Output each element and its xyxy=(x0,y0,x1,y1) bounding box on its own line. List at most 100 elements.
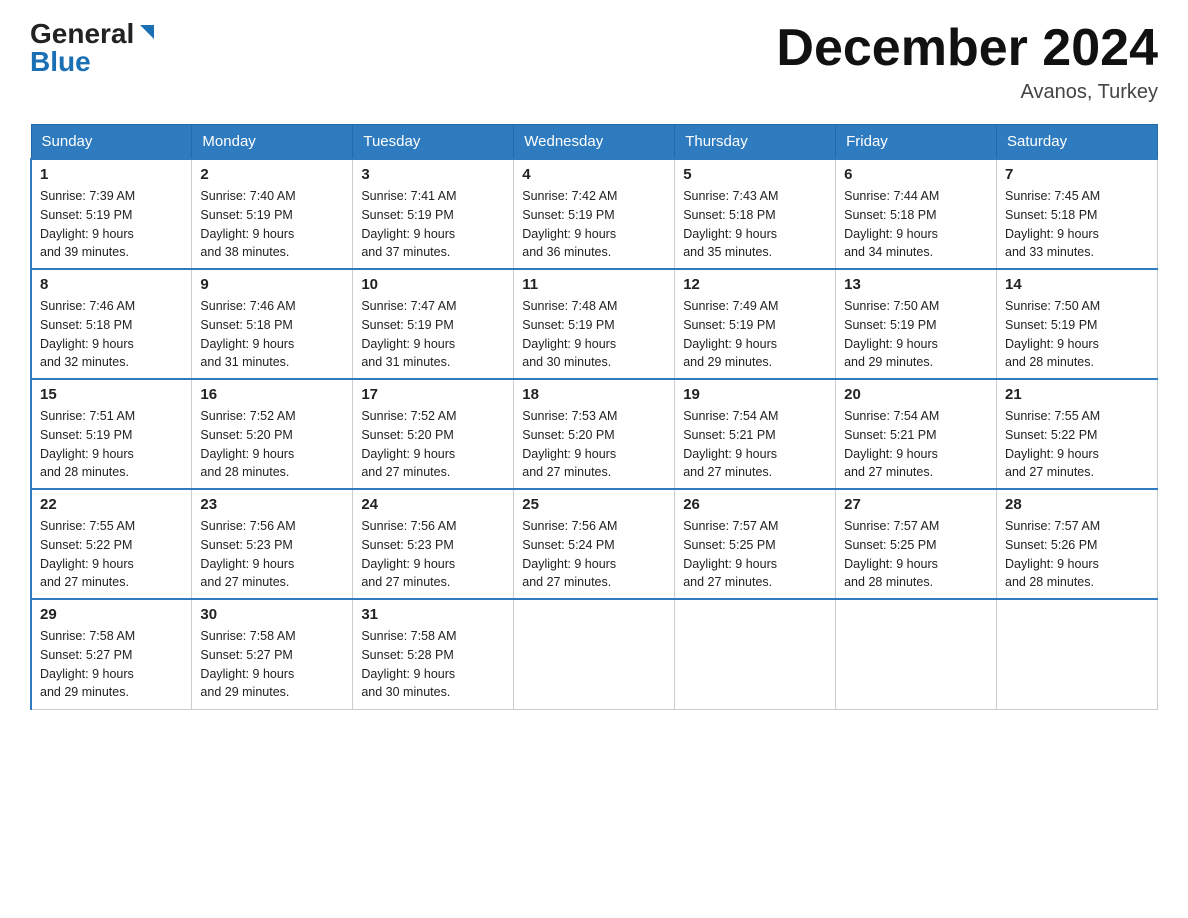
day-info: Sunrise: 7:56 AM Sunset: 5:23 PM Dayligh… xyxy=(200,517,344,592)
day-number: 8 xyxy=(40,276,183,293)
day-info: Sunrise: 7:58 AM Sunset: 5:27 PM Dayligh… xyxy=(40,627,183,702)
calendar-cell xyxy=(514,599,675,709)
day-info: Sunrise: 7:48 AM Sunset: 5:19 PM Dayligh… xyxy=(522,297,666,372)
day-info: Sunrise: 7:39 AM Sunset: 5:19 PM Dayligh… xyxy=(40,187,183,262)
logo-general-text: General xyxy=(30,20,134,48)
calendar-cell: 6 Sunrise: 7:44 AM Sunset: 5:18 PM Dayli… xyxy=(836,159,997,269)
calendar-cell: 31 Sunrise: 7:58 AM Sunset: 5:28 PM Dayl… xyxy=(353,599,514,709)
day-number: 13 xyxy=(844,276,988,293)
day-number: 15 xyxy=(40,386,183,403)
day-number: 17 xyxy=(361,386,505,403)
day-info: Sunrise: 7:57 AM Sunset: 5:25 PM Dayligh… xyxy=(844,517,988,592)
calendar-cell: 4 Sunrise: 7:42 AM Sunset: 5:19 PM Dayli… xyxy=(514,159,675,269)
header-day-wednesday: Wednesday xyxy=(514,125,675,160)
calendar-cell: 1 Sunrise: 7:39 AM Sunset: 5:19 PM Dayli… xyxy=(31,159,192,269)
day-info: Sunrise: 7:56 AM Sunset: 5:24 PM Dayligh… xyxy=(522,517,666,592)
day-info: Sunrise: 7:52 AM Sunset: 5:20 PM Dayligh… xyxy=(361,407,505,482)
day-info: Sunrise: 7:57 AM Sunset: 5:26 PM Dayligh… xyxy=(1005,517,1149,592)
day-info: Sunrise: 7:51 AM Sunset: 5:19 PM Dayligh… xyxy=(40,407,183,482)
day-info: Sunrise: 7:46 AM Sunset: 5:18 PM Dayligh… xyxy=(40,297,183,372)
day-number: 22 xyxy=(40,496,183,513)
calendar-cell: 21 Sunrise: 7:55 AM Sunset: 5:22 PM Dayl… xyxy=(997,379,1158,489)
day-info: Sunrise: 7:49 AM Sunset: 5:19 PM Dayligh… xyxy=(683,297,827,372)
calendar-cell: 24 Sunrise: 7:56 AM Sunset: 5:23 PM Dayl… xyxy=(353,489,514,599)
page-header: General Blue December 2024 Avanos, Turke… xyxy=(30,20,1158,104)
day-info: Sunrise: 7:53 AM Sunset: 5:20 PM Dayligh… xyxy=(522,407,666,482)
calendar-cell: 22 Sunrise: 7:55 AM Sunset: 5:22 PM Dayl… xyxy=(31,489,192,599)
logo-blue-text: Blue xyxy=(30,48,91,76)
header-day-saturday: Saturday xyxy=(997,125,1158,160)
calendar-cell: 2 Sunrise: 7:40 AM Sunset: 5:19 PM Dayli… xyxy=(192,159,353,269)
calendar-cell: 30 Sunrise: 7:58 AM Sunset: 5:27 PM Dayl… xyxy=(192,599,353,709)
location-text: Avanos, Turkey xyxy=(776,81,1158,104)
title-section: December 2024 Avanos, Turkey xyxy=(776,20,1158,104)
day-info: Sunrise: 7:46 AM Sunset: 5:18 PM Dayligh… xyxy=(200,297,344,372)
calendar-cell: 25 Sunrise: 7:56 AM Sunset: 5:24 PM Dayl… xyxy=(514,489,675,599)
day-number: 24 xyxy=(361,496,505,513)
calendar-cell: 5 Sunrise: 7:43 AM Sunset: 5:18 PM Dayli… xyxy=(675,159,836,269)
calendar-cell: 13 Sunrise: 7:50 AM Sunset: 5:19 PM Dayl… xyxy=(836,269,997,379)
day-info: Sunrise: 7:47 AM Sunset: 5:19 PM Dayligh… xyxy=(361,297,505,372)
header-day-thursday: Thursday xyxy=(675,125,836,160)
logo: General Blue xyxy=(30,20,158,76)
week-row-4: 22 Sunrise: 7:55 AM Sunset: 5:22 PM Dayl… xyxy=(31,489,1158,599)
day-info: Sunrise: 7:42 AM Sunset: 5:19 PM Dayligh… xyxy=(522,187,666,262)
calendar-cell: 3 Sunrise: 7:41 AM Sunset: 5:19 PM Dayli… xyxy=(353,159,514,269)
day-info: Sunrise: 7:57 AM Sunset: 5:25 PM Dayligh… xyxy=(683,517,827,592)
day-info: Sunrise: 7:58 AM Sunset: 5:27 PM Dayligh… xyxy=(200,627,344,702)
day-number: 7 xyxy=(1005,166,1149,183)
calendar-cell: 11 Sunrise: 7:48 AM Sunset: 5:19 PM Dayl… xyxy=(514,269,675,379)
calendar-cell xyxy=(997,599,1158,709)
header-day-tuesday: Tuesday xyxy=(353,125,514,160)
calendar-cell: 29 Sunrise: 7:58 AM Sunset: 5:27 PM Dayl… xyxy=(31,599,192,709)
day-number: 4 xyxy=(522,166,666,183)
header-day-monday: Monday xyxy=(192,125,353,160)
calendar-cell: 14 Sunrise: 7:50 AM Sunset: 5:19 PM Dayl… xyxy=(997,269,1158,379)
week-row-3: 15 Sunrise: 7:51 AM Sunset: 5:19 PM Dayl… xyxy=(31,379,1158,489)
day-number: 11 xyxy=(522,276,666,293)
calendar-cell: 15 Sunrise: 7:51 AM Sunset: 5:19 PM Dayl… xyxy=(31,379,192,489)
day-info: Sunrise: 7:58 AM Sunset: 5:28 PM Dayligh… xyxy=(361,627,505,702)
day-info: Sunrise: 7:54 AM Sunset: 5:21 PM Dayligh… xyxy=(844,407,988,482)
day-number: 19 xyxy=(683,386,827,403)
header-day-friday: Friday xyxy=(836,125,997,160)
calendar-cell xyxy=(675,599,836,709)
calendar-cell: 20 Sunrise: 7:54 AM Sunset: 5:21 PM Dayl… xyxy=(836,379,997,489)
day-number: 18 xyxy=(522,386,666,403)
calendar-cell: 19 Sunrise: 7:54 AM Sunset: 5:21 PM Dayl… xyxy=(675,379,836,489)
calendar-cell: 8 Sunrise: 7:46 AM Sunset: 5:18 PM Dayli… xyxy=(31,269,192,379)
week-row-5: 29 Sunrise: 7:58 AM Sunset: 5:27 PM Dayl… xyxy=(31,599,1158,709)
day-number: 23 xyxy=(200,496,344,513)
week-row-1: 1 Sunrise: 7:39 AM Sunset: 5:19 PM Dayli… xyxy=(31,159,1158,269)
day-number: 29 xyxy=(40,606,183,623)
day-number: 12 xyxy=(683,276,827,293)
day-info: Sunrise: 7:56 AM Sunset: 5:23 PM Dayligh… xyxy=(361,517,505,592)
calendar-cell: 28 Sunrise: 7:57 AM Sunset: 5:26 PM Dayl… xyxy=(997,489,1158,599)
day-number: 28 xyxy=(1005,496,1149,513)
day-info: Sunrise: 7:43 AM Sunset: 5:18 PM Dayligh… xyxy=(683,187,827,262)
logo-triangle-icon xyxy=(136,21,158,43)
calendar-cell: 12 Sunrise: 7:49 AM Sunset: 5:19 PM Dayl… xyxy=(675,269,836,379)
day-number: 25 xyxy=(522,496,666,513)
day-number: 21 xyxy=(1005,386,1149,403)
day-number: 3 xyxy=(361,166,505,183)
day-info: Sunrise: 7:44 AM Sunset: 5:18 PM Dayligh… xyxy=(844,187,988,262)
day-info: Sunrise: 7:45 AM Sunset: 5:18 PM Dayligh… xyxy=(1005,187,1149,262)
calendar-cell: 27 Sunrise: 7:57 AM Sunset: 5:25 PM Dayl… xyxy=(836,489,997,599)
day-info: Sunrise: 7:50 AM Sunset: 5:19 PM Dayligh… xyxy=(844,297,988,372)
calendar-cell: 18 Sunrise: 7:53 AM Sunset: 5:20 PM Dayl… xyxy=(514,379,675,489)
day-info: Sunrise: 7:41 AM Sunset: 5:19 PM Dayligh… xyxy=(361,187,505,262)
calendar-cell: 17 Sunrise: 7:52 AM Sunset: 5:20 PM Dayl… xyxy=(353,379,514,489)
calendar-cell: 9 Sunrise: 7:46 AM Sunset: 5:18 PM Dayli… xyxy=(192,269,353,379)
day-info: Sunrise: 7:50 AM Sunset: 5:19 PM Dayligh… xyxy=(1005,297,1149,372)
day-info: Sunrise: 7:40 AM Sunset: 5:19 PM Dayligh… xyxy=(200,187,344,262)
week-row-2: 8 Sunrise: 7:46 AM Sunset: 5:18 PM Dayli… xyxy=(31,269,1158,379)
day-number: 26 xyxy=(683,496,827,513)
calendar-cell xyxy=(836,599,997,709)
calendar-cell: 16 Sunrise: 7:52 AM Sunset: 5:20 PM Dayl… xyxy=(192,379,353,489)
day-number: 16 xyxy=(200,386,344,403)
header-row: SundayMondayTuesdayWednesdayThursdayFrid… xyxy=(31,125,1158,160)
header-day-sunday: Sunday xyxy=(31,125,192,160)
day-info: Sunrise: 7:54 AM Sunset: 5:21 PM Dayligh… xyxy=(683,407,827,482)
calendar-cell: 7 Sunrise: 7:45 AM Sunset: 5:18 PM Dayli… xyxy=(997,159,1158,269)
